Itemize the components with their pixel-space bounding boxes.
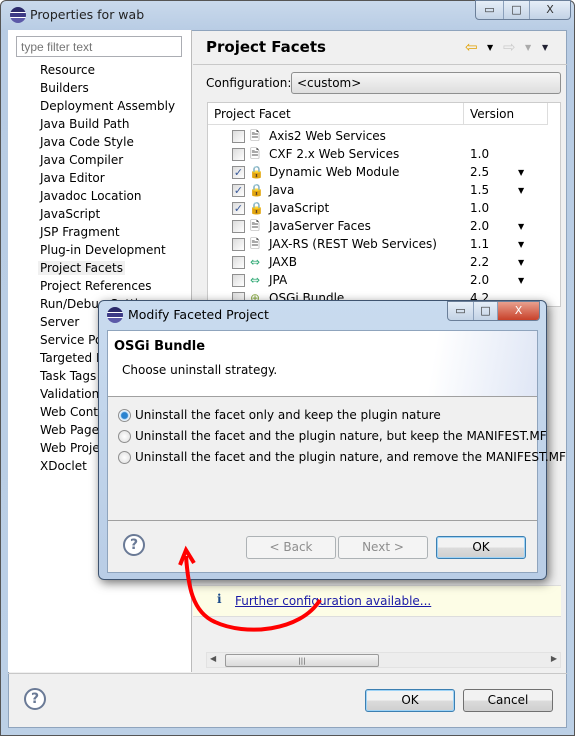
- annotation-arrow-curve: [184, 555, 322, 632]
- annotation-arrow: [178, 545, 322, 632]
